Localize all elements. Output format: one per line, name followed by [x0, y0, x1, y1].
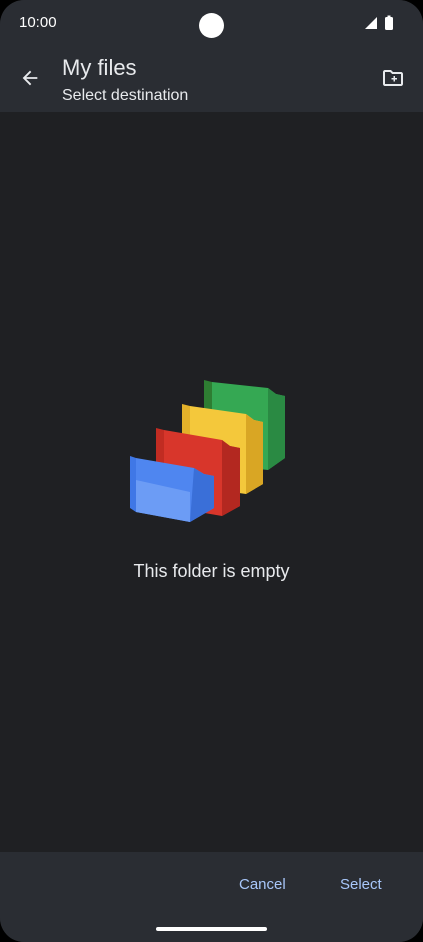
empty-folder-message: This folder is empty	[133, 561, 290, 581]
arrow-left-icon	[22, 70, 38, 86]
battery-icon	[385, 17, 393, 30]
camera-cutout	[199, 13, 224, 38]
gesture-nav-handle[interactable]	[156, 927, 267, 931]
status-bar: 10:00	[0, 0, 423, 44]
phone-screen: 10:00 My files Select destination This f…	[0, 0, 423, 942]
page-subtitle: Select destination	[62, 87, 189, 104]
select-button[interactable]: Select	[334, 872, 388, 897]
new-folder-button[interactable]	[373, 58, 413, 98]
stacked-folders-illustration	[130, 380, 285, 522]
cancel-button[interactable]: Cancel	[233, 872, 292, 897]
app-bar: My files Select destination	[0, 44, 423, 112]
status-time: 10:00	[19, 14, 57, 31]
wifi-icon	[365, 17, 377, 29]
folder-content: This folder is empty	[0, 112, 423, 852]
bottom-action-bar: Cancel Select	[0, 852, 423, 942]
page-title: My files	[62, 55, 137, 80]
status-icons	[365, 15, 393, 30]
back-button[interactable]	[10, 58, 50, 98]
create-new-folder-icon	[383, 70, 403, 86]
